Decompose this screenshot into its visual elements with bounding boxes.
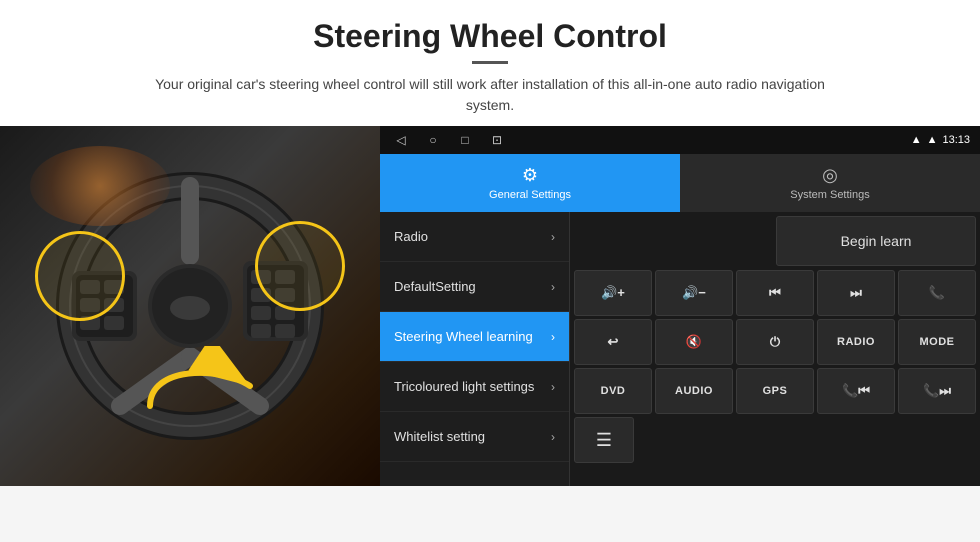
- mode-button[interactable]: MODE: [898, 319, 976, 365]
- next-icon: ⏭: [850, 285, 862, 301]
- menu-item-whitelist[interactable]: Whitelist setting ›: [380, 412, 569, 462]
- chevron-icon: ›: [551, 280, 555, 294]
- begin-learn-row: Begin learn: [574, 216, 976, 266]
- phone-next-button[interactable]: 📞⏭: [898, 368, 976, 414]
- header-section: Steering Wheel Control Your original car…: [0, 0, 980, 126]
- volume-up-button[interactable]: 🔊+: [574, 270, 652, 316]
- menu-whitelist-label: Whitelist setting: [394, 429, 485, 444]
- menu-item-tricoloured[interactable]: Tricoloured light settings ›: [380, 362, 569, 412]
- menu-item-radio[interactable]: Radio ›: [380, 212, 569, 262]
- dvd-button[interactable]: DVD: [574, 368, 652, 414]
- settings-menu: Radio › DefaultSetting › Steering Wheel …: [380, 212, 570, 486]
- signal-icon: ▲: [911, 134, 922, 146]
- nav-buttons: ◁ ○ □ ⊡: [390, 129, 508, 151]
- android-panel: ◁ ○ □ ⊡ ▲ ▲ 13:13 ⚙ General Settings ◎ S…: [380, 126, 980, 486]
- steering-wheel-image: [0, 126, 380, 486]
- back-nav-btn[interactable]: ◁: [390, 129, 412, 151]
- home-nav-btn[interactable]: ○: [422, 129, 444, 151]
- phone-next-icon: 📞⏭: [923, 383, 951, 399]
- highlight-left: [35, 231, 125, 321]
- hamburger-icon: ☰: [596, 430, 612, 451]
- mute-button[interactable]: 🔇: [655, 319, 733, 365]
- tab-general[interactable]: ⚙ General Settings: [380, 154, 680, 212]
- power-icon: ⏻: [770, 334, 780, 350]
- audio-label: AUDIO: [675, 385, 713, 397]
- tab-general-label: General Settings: [489, 189, 571, 201]
- control-grid-row3: DVD AUDIO GPS 📞⏮ 📞⏭: [574, 368, 976, 414]
- prev-icon: ⏮: [769, 285, 781, 301]
- menu-tricoloured-label: Tricoloured light settings: [394, 379, 534, 394]
- prev-track-button[interactable]: ⏮: [736, 270, 814, 316]
- clock: 13:13: [942, 134, 970, 146]
- end-call-button[interactable]: ↩: [574, 319, 652, 365]
- next-track-button[interactable]: ⏭: [817, 270, 895, 316]
- chevron-icon: ›: [551, 230, 555, 244]
- status-indicators: ▲ ▲ 13:13: [911, 134, 970, 146]
- audio-button[interactable]: AUDIO: [655, 368, 733, 414]
- content-row: ◁ ○ □ ⊡ ▲ ▲ 13:13 ⚙ General Settings ◎ S…: [0, 126, 980, 486]
- bottom-row: ☰: [574, 417, 976, 463]
- controls-area: Begin learn 🔊+ 🔊− ⏮ ⏭: [570, 212, 980, 486]
- phone-prev-icon: 📞⏮: [842, 383, 870, 399]
- chevron-icon: ›: [551, 430, 555, 444]
- phone-button[interactable]: 📞: [898, 270, 976, 316]
- tab-system-label: System Settings: [790, 189, 869, 201]
- chevron-icon: ›: [551, 380, 555, 394]
- highlight-right: [255, 221, 345, 311]
- menu-item-steering[interactable]: Steering Wheel learning ›: [380, 312, 569, 362]
- tab-bar: ⚙ General Settings ◎ System Settings: [380, 154, 980, 212]
- phone-prev-button[interactable]: 📞⏮: [817, 368, 895, 414]
- control-grid-row1: 🔊+ 🔊− ⏮ ⏭ 📞: [574, 270, 976, 316]
- status-bar: ◁ ○ □ ⊡ ▲ ▲ 13:13: [380, 126, 980, 154]
- tab-system[interactable]: ◎ System Settings: [680, 154, 980, 212]
- volume-down-icon: 🔊−: [682, 285, 706, 301]
- system-settings-icon: ◎: [822, 165, 838, 186]
- chevron-icon: ›: [551, 330, 555, 344]
- control-grid-row2: ↩ 🔇 ⏻ RADIO MODE: [574, 319, 976, 365]
- general-settings-icon: ⚙: [522, 165, 538, 186]
- arrow-container: [140, 346, 260, 426]
- menu-default-label: DefaultSetting: [394, 279, 476, 294]
- gps-button[interactable]: GPS: [736, 368, 814, 414]
- menu-item-default[interactable]: DefaultSetting ›: [380, 262, 569, 312]
- wheel-bg: [0, 126, 380, 486]
- spacer: [574, 216, 772, 266]
- mute-icon: 🔇: [686, 334, 702, 350]
- dvd-label: DVD: [601, 385, 626, 397]
- recents-nav-btn[interactable]: □: [454, 129, 476, 151]
- radio-button[interactable]: RADIO: [817, 319, 895, 365]
- menu-radio-label: Radio: [394, 229, 428, 244]
- volume-up-icon: 🔊+: [601, 285, 625, 301]
- wifi-icon: ▲: [927, 134, 938, 146]
- volume-down-button[interactable]: 🔊−: [655, 270, 733, 316]
- title-divider: [472, 61, 508, 64]
- page-title: Steering Wheel Control: [20, 18, 960, 55]
- menu-nav-btn[interactable]: ⊡: [486, 129, 508, 151]
- menu-controls-area: Radio › DefaultSetting › Steering Wheel …: [380, 212, 980, 486]
- phone-icon: 📞: [929, 285, 945, 301]
- begin-learn-button[interactable]: Begin learn: [776, 216, 976, 266]
- mode-label: MODE: [920, 336, 955, 348]
- page-subtitle: Your original car's steering wheel contr…: [140, 74, 840, 116]
- radio-label: RADIO: [837, 336, 875, 348]
- power-button[interactable]: ⏻: [736, 319, 814, 365]
- arrow-svg: [140, 346, 260, 426]
- gps-label: GPS: [763, 385, 788, 397]
- menu-steering-label: Steering Wheel learning: [394, 329, 533, 344]
- menu-icon-button[interactable]: ☰: [574, 417, 634, 463]
- end-call-icon: ↩: [608, 334, 619, 350]
- dashboard-glow: [30, 146, 170, 226]
